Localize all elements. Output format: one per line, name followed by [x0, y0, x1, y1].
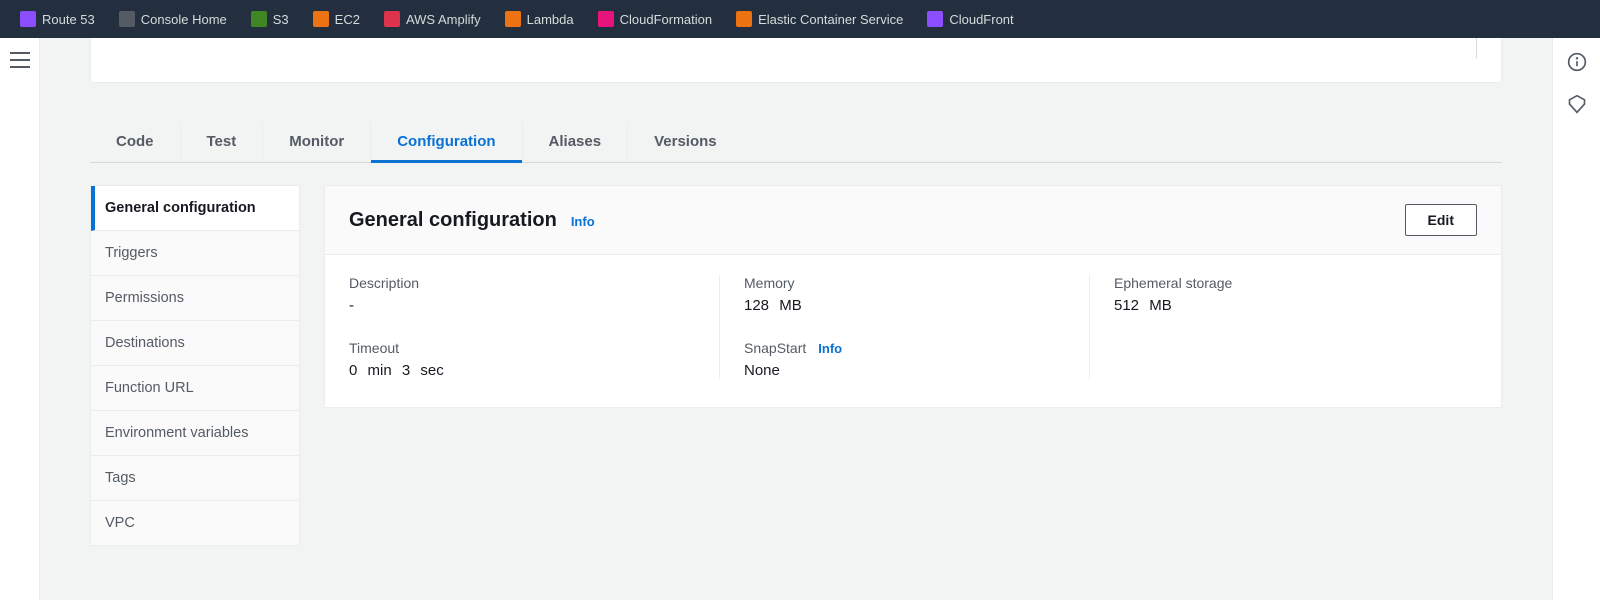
service-link-cloudfront[interactable]: CloudFront	[917, 7, 1023, 31]
service-link-lambda[interactable]: Lambda	[495, 7, 584, 31]
side-nav-general-configuration[interactable]: General configuration	[91, 186, 299, 231]
service-label: Elastic Container Service	[758, 12, 903, 27]
field-memory: Memory 128 MB	[744, 275, 1089, 314]
service-label: CloudFront	[949, 12, 1013, 27]
tab-label: Aliases	[549, 133, 602, 150]
right-rail	[1552, 38, 1600, 600]
field-ephemeral-storage: Ephemeral storage 512 MB	[1114, 275, 1477, 314]
lambda-icon	[505, 11, 521, 27]
service-label: Lambda	[527, 12, 574, 27]
panel-title: General configuration	[349, 209, 557, 232]
function-tabs: Code Test Monitor Configuration Aliases …	[90, 121, 1502, 163]
side-nav-triggers[interactable]: Triggers	[91, 231, 299, 276]
service-label: CloudFormation	[620, 12, 713, 27]
service-link-amplify[interactable]: AWS Amplify	[374, 7, 491, 31]
tab-label: Monitor	[289, 133, 344, 150]
field-label: Ephemeral storage	[1114, 275, 1477, 291]
configuration-side-nav: General configuration Triggers Permissio…	[90, 185, 300, 546]
service-label: S3	[273, 12, 289, 27]
ecs-icon	[736, 11, 752, 27]
shield-icon[interactable]	[1567, 94, 1587, 114]
side-nav-permissions[interactable]: Permissions	[91, 276, 299, 321]
side-nav-vpc[interactable]: VPC	[91, 501, 299, 545]
s3-icon	[251, 11, 267, 27]
tab-code[interactable]: Code	[90, 121, 181, 162]
service-label: EC2	[335, 12, 360, 27]
field-label: Timeout	[349, 340, 719, 356]
side-nav-environment-variables[interactable]: Environment variables	[91, 411, 299, 456]
info-icon[interactable]	[1567, 52, 1587, 72]
left-rail	[0, 38, 40, 600]
amplify-icon	[384, 11, 400, 27]
service-link-ec2[interactable]: EC2	[303, 7, 370, 31]
field-description: Description -	[349, 275, 719, 314]
side-nav-function-url[interactable]: Function URL	[91, 366, 299, 411]
service-label: Route 53	[42, 12, 95, 27]
ec2-icon	[313, 11, 329, 27]
route53-icon	[20, 11, 36, 27]
service-link-route53[interactable]: Route 53	[10, 7, 105, 31]
tab-aliases[interactable]: Aliases	[523, 121, 629, 162]
field-value: 0 min 3 sec	[349, 362, 719, 379]
function-overview-panel-stub	[90, 38, 1502, 83]
tab-monitor[interactable]: Monitor	[263, 121, 371, 162]
field-value: 512 MB	[1114, 297, 1477, 314]
nav-toggle-icon[interactable]	[10, 52, 30, 68]
tab-configuration[interactable]: Configuration	[371, 121, 522, 162]
service-link-cloudformation[interactable]: CloudFormation	[588, 7, 723, 31]
console-home-icon	[119, 11, 135, 27]
tab-label: Code	[116, 133, 154, 150]
panel-info-link[interactable]: Info	[571, 214, 595, 229]
field-label: Memory	[744, 275, 1089, 291]
snapstart-label-text: SnapStart	[744, 340, 806, 356]
field-label: Description	[349, 275, 719, 291]
service-link-ecs[interactable]: Elastic Container Service	[726, 7, 913, 31]
field-value: None	[744, 362, 1089, 379]
field-label: SnapStart Info	[744, 340, 1089, 356]
tab-test[interactable]: Test	[181, 121, 264, 162]
snapstart-info-link[interactable]: Info	[818, 341, 842, 356]
service-shortcut-bar: Route 53 Console Home S3 EC2 AWS Amplify…	[0, 0, 1600, 38]
service-label: Console Home	[141, 12, 227, 27]
tab-versions[interactable]: Versions	[628, 121, 743, 162]
service-link-s3[interactable]: S3	[241, 7, 299, 31]
general-configuration-panel: General configuration Info Edit Descript…	[324, 185, 1502, 408]
cloudformation-icon	[598, 11, 614, 27]
cloudfront-icon	[927, 11, 943, 27]
service-link-console-home[interactable]: Console Home	[109, 7, 237, 31]
tab-label: Versions	[654, 133, 717, 150]
tab-label: Configuration	[397, 133, 495, 150]
side-nav-tags[interactable]: Tags	[91, 456, 299, 501]
edit-button[interactable]: Edit	[1405, 204, 1477, 236]
tab-label: Test	[207, 133, 237, 150]
service-label: AWS Amplify	[406, 12, 481, 27]
field-value: 128 MB	[744, 297, 1089, 314]
side-nav-destinations[interactable]: Destinations	[91, 321, 299, 366]
field-value: -	[349, 297, 719, 314]
field-timeout: Timeout 0 min 3 sec	[349, 340, 719, 379]
field-snapstart: SnapStart Info None	[744, 340, 1089, 379]
